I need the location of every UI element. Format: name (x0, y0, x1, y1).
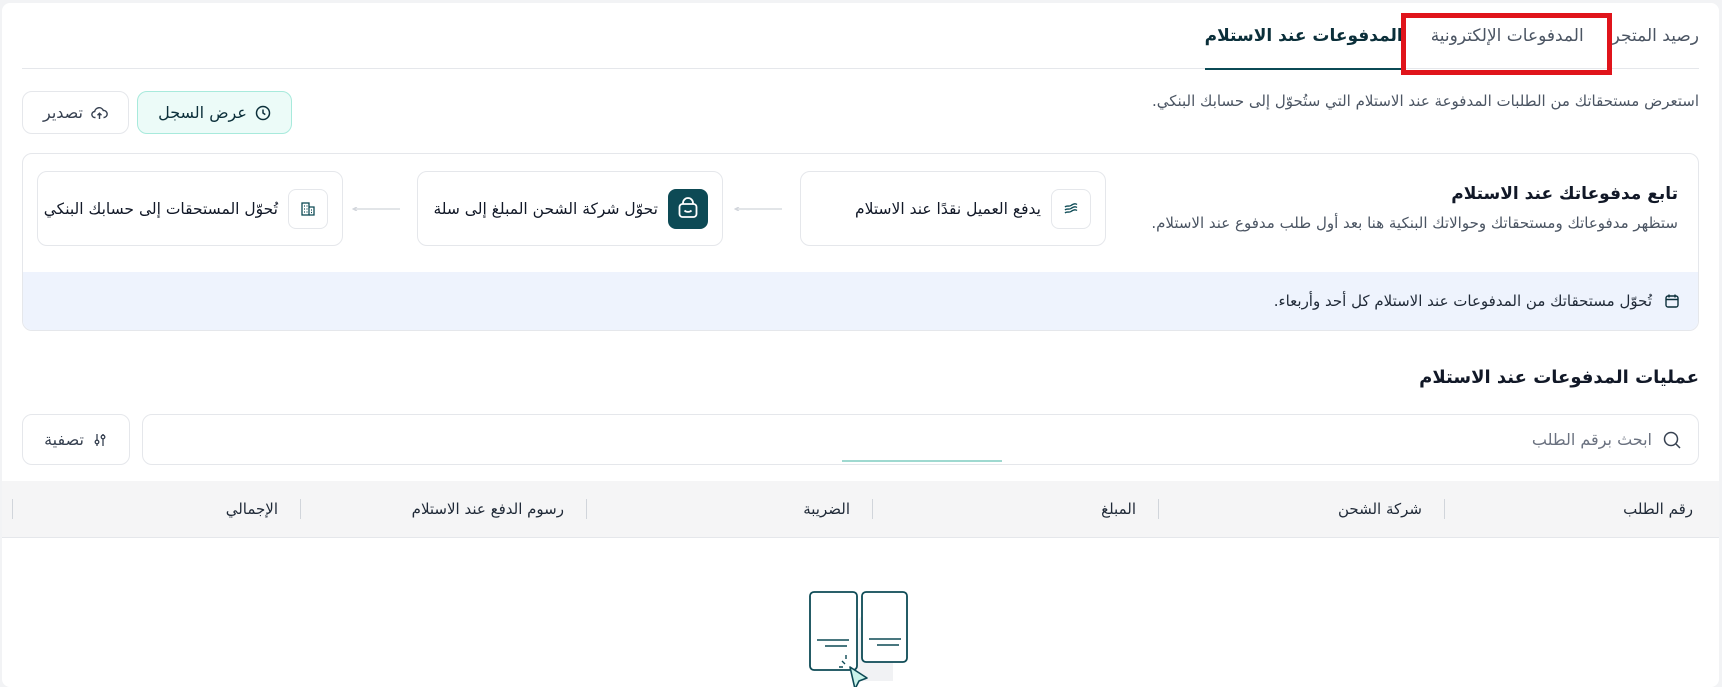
step-bank-transfer: تُحوّل المستحقات إلى حسابك البنكي (37, 171, 343, 246)
column-total: الإجمالي (12, 481, 300, 537)
tab-label: المدفوعات عند الاستلام (1204, 25, 1403, 46)
empty-state-illustration (809, 591, 908, 687)
filter-label: تصفية (44, 430, 84, 449)
bank-icon (288, 188, 328, 229)
page-description: استعرض مستحقاتك من الطلبات المدفوعة عند … (1151, 92, 1699, 110)
cod-info-panel: تابع مدفوعاتك عند الاستلام ستظهر مدفوعات… (22, 153, 1699, 331)
step-customer-pays: يدفع العميل نقدًا عند الاستلام (800, 171, 1106, 246)
search-box (142, 414, 1699, 465)
tab-bar: رصيد المتجر المدفوعات الإلكترونية المدفو… (22, 3, 1699, 70)
tab-cod-payments[interactable]: المدفوعات عند الاستلام (1191, 3, 1417, 70)
step-carrier-transfers: تحوّل شركة الشحن المبلغ إلى سلة (417, 171, 723, 246)
search-icon (1663, 431, 1681, 449)
salla-logo-icon (668, 188, 708, 229)
payout-schedule-notice: تُحوّل مستحقاتك من المدفوعات عند الاستلا… (23, 272, 1698, 330)
main-card: رصيد المتجر المدفوعات الإلكترونية المدفو… (2, 3, 1719, 687)
column-shipping-company: شركة الشحن (1158, 481, 1444, 537)
search-focus-line (842, 460, 1002, 462)
view-history-label: عرض السجل (158, 103, 247, 122)
sliders-icon (94, 433, 106, 446)
cloud-upload-icon (91, 106, 108, 119)
step-label: يدفع العميل نقدًا عند الاستلام (854, 199, 1041, 218)
order-search-input[interactable] (1052, 430, 1652, 449)
column-order-number: رقم الطلب (1444, 481, 1719, 537)
column-cod-fees: رسوم الدفع عند الاستلام (300, 481, 586, 537)
panel-subtitle: ستظهر مدفوعاتك ومستحقاتك وحوالاتك البنكي… (1151, 214, 1678, 232)
table-header: رقم الطلب شركة الشحن المبلغ الضريبة رسوم… (2, 481, 1719, 538)
tab-store-balance[interactable]: رصيد المتجر (1598, 3, 1699, 69)
step-label: تُحوّل المستحقات إلى حسابك البنكي (43, 199, 278, 218)
clock-icon (255, 105, 271, 120)
tab-label: رصيد المتجر (1611, 25, 1699, 46)
tab-electronic-payments[interactable]: المدفوعات الإلكترونية (1417, 3, 1598, 69)
arrow-left-icon (352, 207, 400, 211)
notice-text: تُحوّل مستحقاتك من المدفوعات عند الاستلا… (1273, 292, 1652, 310)
tab-label: المدفوعات الإلكترونية (1430, 25, 1584, 46)
arrow-left-icon (734, 207, 782, 211)
view-history-button[interactable]: عرض السجل (137, 91, 292, 134)
step-label: تحوّل شركة الشحن المبلغ إلى سلة (433, 199, 658, 218)
export-button[interactable]: تصدير (22, 91, 129, 134)
section-title: عمليات المدفوعات عند الاستلام (1419, 367, 1699, 388)
panel-title: تابع مدفوعاتك عند الاستلام (1451, 184, 1678, 204)
column-amount: المبلغ (872, 481, 1158, 537)
export-label: تصدير (43, 103, 84, 122)
column-tax: الضريبة (586, 481, 872, 537)
filter-button[interactable]: تصفية (22, 414, 130, 465)
calendar-icon (1665, 294, 1679, 308)
cash-icon (1051, 188, 1091, 229)
